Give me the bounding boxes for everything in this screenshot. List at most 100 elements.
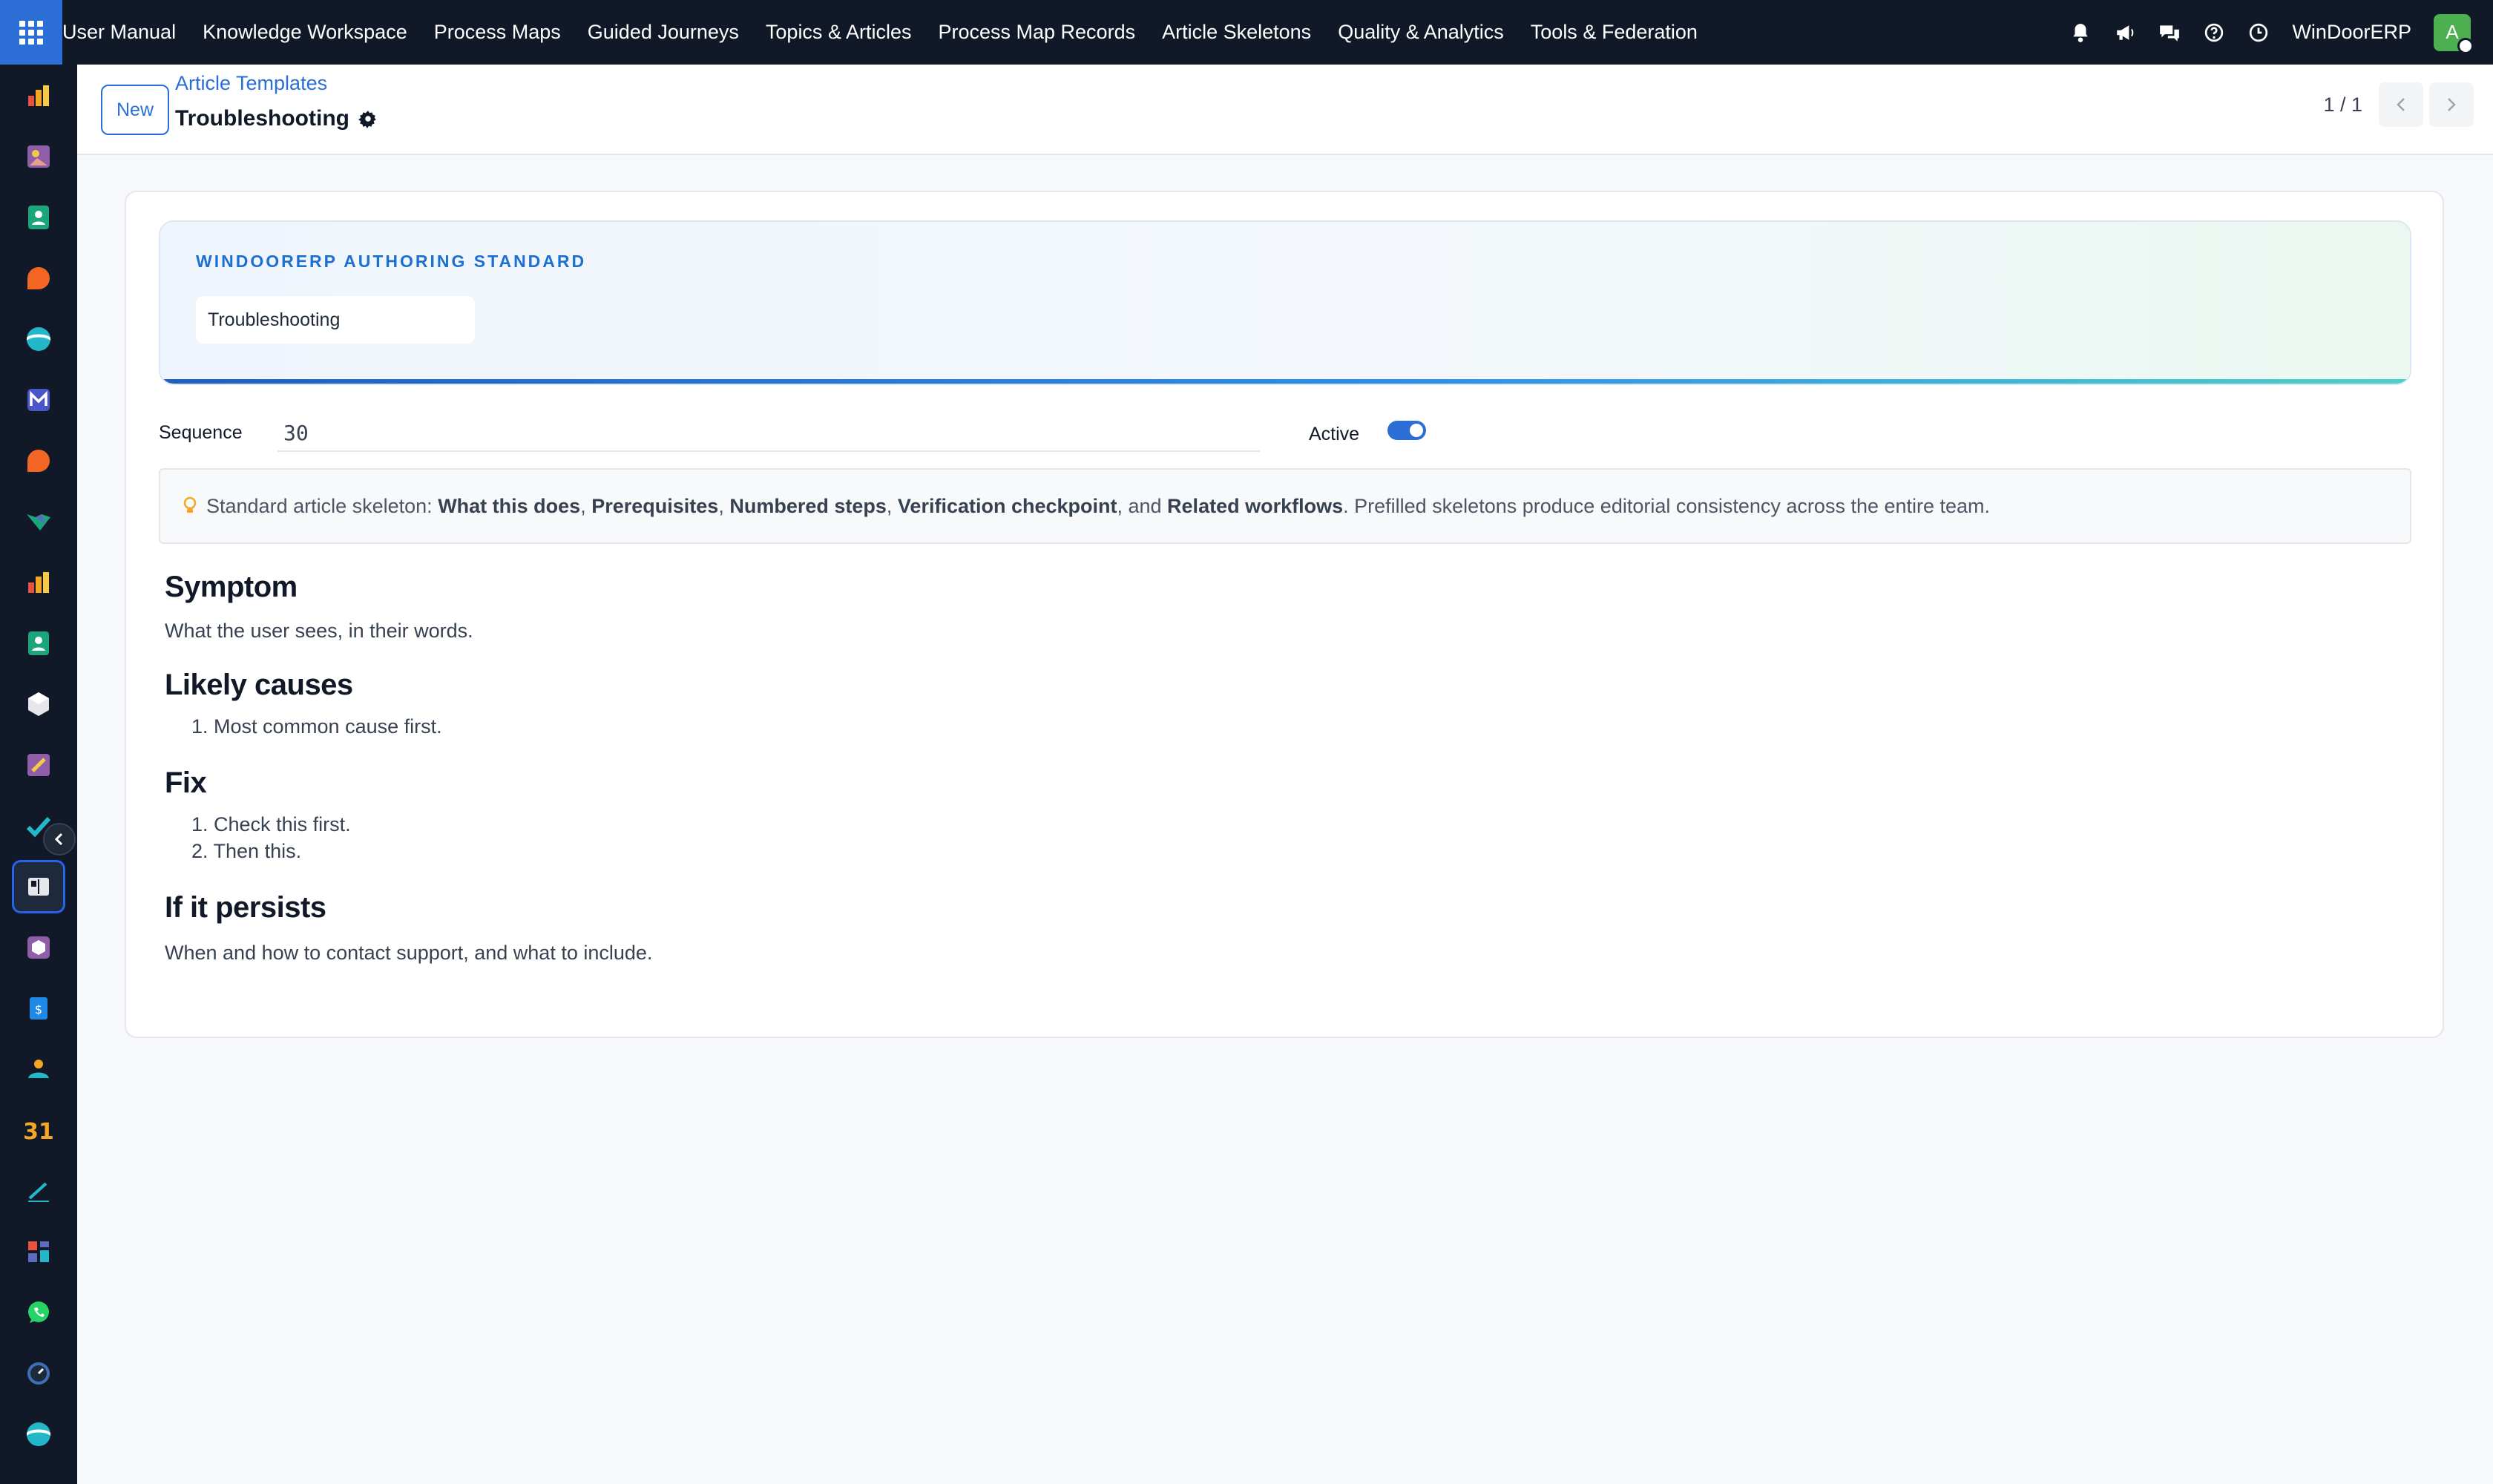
hint-prefix: Standard article skeleton: — [206, 494, 439, 517]
chat-icon[interactable] — [2158, 22, 2181, 44]
chevron-left-icon — [2397, 98, 2405, 111]
heading-likely-causes: Likely causes — [165, 669, 353, 701]
sidebar-app-knowledge[interactable] — [12, 860, 65, 913]
sidebar-app-calendar[interactable]: 31 — [12, 1103, 65, 1157]
heading-if-it-persists: If it persists — [165, 891, 326, 924]
bar-chart-icon — [28, 85, 49, 106]
pager-next-button[interactable] — [2429, 82, 2474, 127]
sidebar-app-discuss[interactable] — [12, 252, 65, 305]
sidebar-collapse-button[interactable] — [43, 823, 76, 856]
control-panel: New Article Templates Troubleshooting 1 … — [77, 65, 2493, 155]
top-navbar: User Manual Knowledge Workspace Process … — [0, 0, 2493, 65]
breadcrumb-article-templates[interactable]: Article Templates — [175, 72, 327, 95]
menu-quality-analytics[interactable]: Quality & Analytics — [1324, 21, 1517, 44]
list-item: 2. Then this. — [191, 840, 302, 862]
clock-icon[interactable] — [2247, 22, 2270, 44]
hint-suffix: . Prefilled skeletons produce editorial … — [1343, 494, 1991, 517]
authoring-banner: WINDOORERP AUTHORING STANDARD Troublesho… — [159, 220, 2411, 385]
hint-sep: , — [580, 494, 592, 517]
active-toggle[interactable] — [1387, 421, 1426, 440]
sidebar-app-helpdesk[interactable] — [12, 312, 65, 366]
menu-process-map-records[interactable]: Process Map Records — [924, 21, 1149, 44]
box-icon — [28, 692, 49, 716]
sidebar-app-contacts[interactable] — [12, 191, 65, 244]
pager-value[interactable]: 1 / 1 — [2323, 93, 2362, 116]
megaphone-icon[interactable] — [2114, 22, 2136, 44]
user-avatar[interactable]: A — [2434, 13, 2474, 54]
menu-topics-articles[interactable]: Topics & Articles — [752, 21, 925, 44]
sidebar-app-dashboard[interactable] — [12, 1225, 65, 1278]
skeleton-hint: Standard article skeleton: What this doe… — [159, 468, 2411, 544]
menu-guided-journeys[interactable]: Guided Journeys — [574, 21, 752, 44]
list-item-text: Then this. — [213, 840, 302, 862]
bell-icon[interactable] — [2069, 22, 2092, 44]
sidebar-app-accounting[interactable]: $ — [12, 982, 65, 1035]
timer-icon — [27, 1362, 50, 1385]
sidebar-app-map[interactable] — [12, 495, 65, 548]
list-item-text: Most common cause first. — [214, 715, 442, 738]
sidebar-app-employees[interactable] — [12, 617, 65, 670]
menu-tools-federation[interactable]: Tools & Federation — [1517, 21, 1711, 44]
list-item-text: Check this first. — [214, 813, 351, 835]
hint-item-numbered-steps: Numbered steps — [729, 494, 887, 517]
banner-eyebrow: WINDOORERP AUTHORING STANDARD — [196, 252, 587, 271]
help-icon[interactable] — [2203, 22, 2225, 44]
sidebar-app-timer[interactable] — [12, 1347, 65, 1400]
sidebar-app-users[interactable] — [12, 1043, 65, 1096]
chevron-left-icon — [54, 833, 63, 846]
hint-sep: , — [718, 494, 730, 517]
sidebar-app-studio[interactable] — [12, 738, 65, 792]
causes-list: 1. Most common cause first. — [165, 713, 442, 740]
new-button[interactable]: New — [101, 85, 169, 135]
sidebar-app-reports[interactable] — [12, 556, 65, 609]
whatsapp-icon — [28, 1301, 49, 1323]
map-icon — [27, 514, 50, 531]
sidebar-app-photo[interactable] — [12, 130, 65, 183]
contacts-icon — [28, 206, 49, 229]
menu-process-maps[interactable]: Process Maps — [421, 21, 574, 44]
apps-grid-icon — [19, 20, 43, 45]
apps-menu-button[interactable] — [0, 0, 62, 65]
chat-bubble-icon — [27, 450, 50, 472]
calendar-icon: 31 — [24, 1119, 53, 1145]
hint-item-prerequisites: Prerequisites — [591, 494, 719, 517]
sidebar-app-discuss-2[interactable] — [12, 434, 65, 487]
chat-bubble-icon — [27, 267, 50, 289]
menu-article-skeletons[interactable]: Article Skeletons — [1149, 21, 1324, 44]
pager-previous-button[interactable] — [2379, 82, 2423, 127]
sidebar-app-whatsapp[interactable] — [12, 1286, 65, 1339]
sidebar-app-sign[interactable] — [12, 1164, 65, 1218]
sidebar-app-helpdesk-2[interactable] — [12, 1408, 65, 1461]
hint-sep: , — [886, 494, 898, 517]
fix-list: 1. Check this first. 2. Then this. — [165, 811, 351, 864]
paragraph-if-it-persists: When and how to contact support, and wha… — [165, 942, 653, 964]
name-input[interactable]: Troubleshooting — [196, 296, 475, 344]
gear-icon[interactable] — [358, 109, 378, 128]
company-name[interactable]: WinDoorERP — [2292, 21, 2411, 44]
record-title-text: Troubleshooting — [175, 106, 349, 131]
lifebuoy-icon — [27, 1422, 50, 1446]
lightbulb-icon — [183, 496, 197, 516]
svg-text:31: 31 — [24, 1119, 53, 1145]
status-dot — [2457, 37, 2474, 54]
sidebar-app-inventory[interactable] — [12, 677, 65, 731]
sidebar-app-products[interactable] — [12, 921, 65, 974]
sidebar-app-mail[interactable] — [12, 373, 65, 427]
mail-icon — [27, 389, 50, 411]
record-title: Troubleshooting — [175, 106, 378, 131]
contacts-icon — [28, 631, 49, 655]
pen-icon — [28, 1182, 49, 1202]
svg-text:$: $ — [35, 1002, 42, 1017]
pager: 1 / 1 — [2323, 82, 2474, 127]
systray: WinDoorERP A — [2069, 0, 2474, 65]
sequence-input[interactable]: 30 — [277, 415, 1260, 452]
cube-icon — [27, 936, 50, 959]
book-icon — [28, 878, 49, 896]
apps-sidebar: $ 31 — [0, 65, 77, 1484]
menu-knowledge-workspace[interactable]: Knowledge Workspace — [189, 21, 421, 44]
paragraph-symptom: What the user sees, in their words. — [165, 620, 473, 642]
menu-user-manual[interactable]: User Manual — [62, 21, 189, 44]
heading-symptom: Symptom — [165, 571, 298, 603]
sidebar-app-chart[interactable] — [12, 69, 65, 122]
heading-fix: Fix — [165, 766, 207, 799]
